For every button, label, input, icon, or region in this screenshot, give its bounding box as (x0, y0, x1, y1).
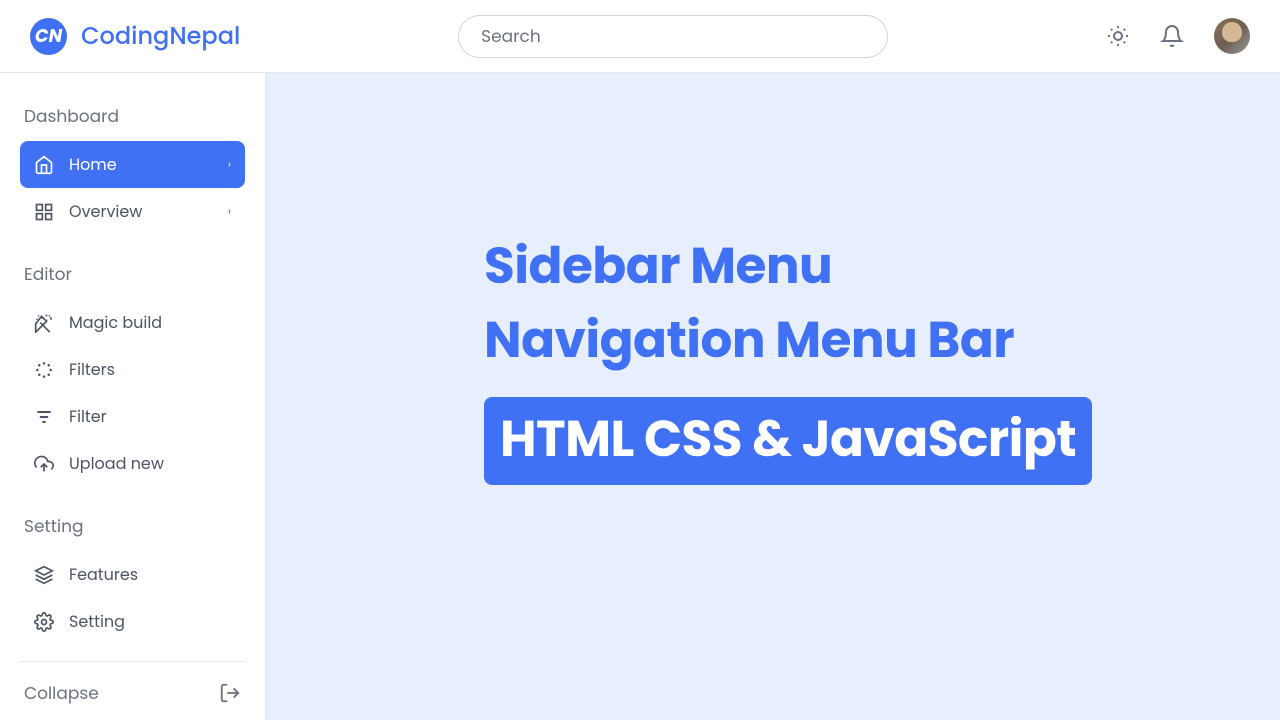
hero-line-2: Navigation Menu Bar (484, 303, 1280, 377)
sidebar-item-upload-new[interactable]: Upload new (20, 440, 245, 487)
filter-icon (34, 407, 54, 427)
sidebar: Dashboard Home › Overview › Editor (0, 73, 266, 720)
theme-toggle-icon[interactable] (1106, 24, 1130, 48)
sidebar-item-label: Filter (69, 404, 107, 429)
navbar: CN CodingNepal (0, 0, 1280, 73)
notifications-icon[interactable] (1160, 24, 1184, 48)
loading-icon (34, 360, 54, 380)
grid-icon (34, 202, 54, 222)
logout-icon (219, 682, 241, 704)
sidebar-item-label: Setting (69, 609, 125, 634)
avatar[interactable] (1214, 18, 1250, 54)
sidebar-item-label: Home (69, 152, 117, 177)
chevron-right-icon: › (228, 156, 231, 173)
sidebar-item-filter[interactable]: Filter (20, 393, 245, 440)
logo[interactable]: CN CodingNepal (30, 18, 240, 55)
sidebar-item-filters[interactable]: Filters (20, 346, 245, 393)
sidebar-item-overview[interactable]: Overview › (20, 188, 245, 235)
sidebar-item-label: Overview (69, 199, 142, 224)
container: Dashboard Home › Overview › Editor (0, 73, 1280, 720)
sidebar-item-home[interactable]: Home › (20, 141, 245, 188)
cloud-upload-icon (34, 454, 54, 474)
main-content: Sidebar Menu Navigation Menu Bar HTML CS… (266, 73, 1280, 720)
magic-wand-icon (34, 313, 54, 333)
gear-icon (34, 612, 54, 632)
hero-badge: HTML CSS & JavaScript (484, 397, 1092, 485)
home-icon (34, 155, 54, 175)
section-title-editor: Editor (20, 253, 245, 299)
sidebar-item-label: Upload new (69, 451, 164, 476)
navbar-actions (1106, 18, 1250, 54)
search-input[interactable] (458, 15, 888, 58)
brand-name: CodingNepal (81, 19, 240, 54)
section-title-dashboard: Dashboard (20, 95, 245, 141)
sidebar-item-features[interactable]: Features (20, 551, 245, 598)
logo-icon: CN (30, 18, 67, 55)
collapse-button[interactable]: Collapse (20, 661, 245, 720)
layers-icon (34, 565, 54, 585)
sidebar-item-label: Features (69, 562, 138, 587)
collapse-label: Collapse (24, 680, 99, 706)
section-title-setting: Setting (20, 505, 245, 551)
sidebar-item-magic-build[interactable]: Magic build (20, 299, 245, 346)
sidebar-item-setting[interactable]: Setting (20, 598, 245, 645)
sidebar-item-label: Magic build (69, 310, 162, 335)
sidebar-item-label: Filters (69, 357, 115, 382)
chevron-right-icon: › (228, 203, 231, 220)
sidebar-content: Dashboard Home › Overview › Editor (20, 95, 245, 661)
hero-line-1: Sidebar Menu (484, 229, 1280, 303)
